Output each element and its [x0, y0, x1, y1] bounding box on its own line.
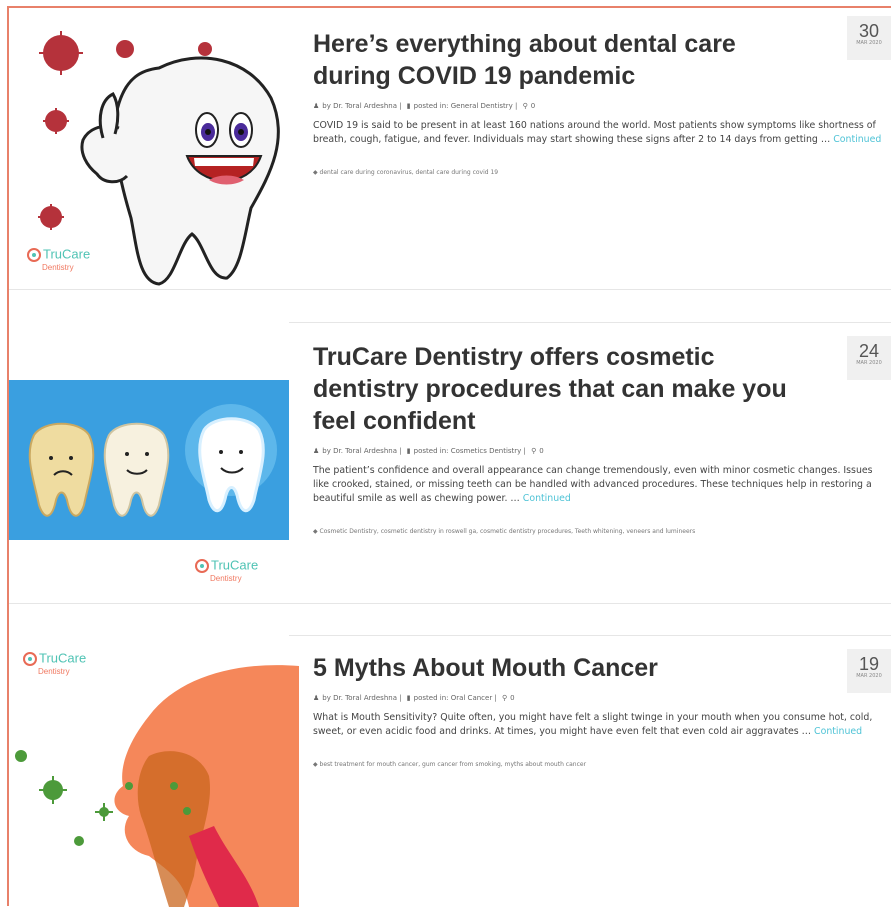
post-author[interactable]: by Dr. Toral Ardeshna | [322, 447, 401, 455]
comment-icon: ⚲ [522, 102, 528, 110]
user-icon: ♟ [313, 102, 320, 110]
post-content: 5 Myths About Mouth Cancer ♟ by Dr. Toral… [313, 652, 891, 768]
post-tags: ◆ best treatment for mouth cancer, gum c… [313, 761, 891, 768]
post-card: TruCare Dentistry TruCare Dentistry offe… [9, 323, 891, 603]
date-day: 19 [858, 654, 880, 674]
folder-icon: ▮ [406, 694, 411, 702]
post-excerpt: COVID 19 is said to be present in at lea… [313, 119, 885, 147]
post-comments[interactable]: 0 [510, 694, 514, 702]
brand-logo: TruCare Dentistry [195, 557, 259, 585]
post-meta: ♟ by Dr. Toral Ardeshna | ▮ posted in: Cos… [313, 447, 891, 455]
date-badge: 30 MAR 2020 [847, 16, 891, 60]
excerpt-text: The patient’s confidence and overall app… [313, 465, 873, 504]
post-author[interactable]: by Dr. Toral Ardeshna | [322, 102, 401, 110]
folder-icon: ▮ [406, 102, 411, 110]
excerpt-text: What is Mouth Sensitivity? Quite often, … [313, 712, 873, 737]
tag-list[interactable]: best treatment for mouth cancer, gum can… [320, 761, 586, 768]
post-meta: ♟ by Dr. Toral Ardeshna | ▮ posted in: Gen… [313, 102, 891, 110]
brand-name: TruCare [43, 246, 91, 262]
excerpt-text: COVID 19 is said to be present in at lea… [313, 120, 876, 145]
post-thumbnail[interactable]: TruCare Dentistry [9, 636, 299, 907]
date-day: 30 [858, 21, 880, 41]
continued-link[interactable]: Continued [814, 726, 862, 737]
brand-name: TruCare [39, 650, 87, 666]
date-month: MAR 2020 [856, 360, 882, 366]
post-title[interactable]: Here’s everything about dental care duri… [313, 28, 813, 92]
post-thumbnail[interactable]: TruCare Dentistry [9, 8, 299, 288]
post-title[interactable]: 5 Myths About Mouth Cancer [313, 652, 813, 684]
post-tags: ◆ Cosmetic Dentistry, cosmetic dentistry… [313, 528, 891, 535]
post-card: TruCare Dentistry 5 Myths About Mouth Ca… [9, 636, 891, 907]
continued-link[interactable]: Continued [833, 134, 881, 145]
date-badge: 19 MAR 2020 [847, 649, 891, 693]
continued-link[interactable]: Continued [523, 493, 571, 504]
post-thumbnail[interactable] [9, 380, 289, 540]
folder-icon: ▮ [406, 447, 411, 455]
post-author[interactable]: by Dr. Toral Ardeshna | [322, 694, 401, 702]
post-category[interactable]: posted in: Oral Cancer | [414, 694, 497, 702]
comment-icon: ⚲ [502, 694, 508, 702]
comment-icon: ⚲ [531, 447, 537, 455]
user-icon: ♟ [313, 694, 320, 702]
tag-icon: ◆ [313, 761, 318, 768]
post-excerpt: The patient’s confidence and overall app… [313, 464, 885, 506]
brand-logo-mark [23, 652, 37, 666]
brand-name: TruCare [211, 557, 259, 573]
brand-logo: TruCare Dentistry [27, 246, 91, 274]
brand-logo: TruCare Dentistry [23, 650, 87, 678]
post-tags: ◆ dental care during coronavirus, dental… [313, 169, 891, 176]
tag-icon: ◆ [313, 528, 318, 535]
brand-sub: Dentistry [210, 574, 242, 583]
brand-logo-mark [195, 559, 209, 573]
post-separator [9, 603, 891, 604]
brand-logo-mark [27, 248, 41, 262]
post-meta: ♟ by Dr. Toral Ardeshna | ▮ posted in: Ora… [313, 694, 891, 702]
teeth-whitening-illustration [9, 380, 289, 540]
post-content: Here’s everything about dental care duri… [313, 28, 891, 176]
post-category[interactable]: posted in: Cosmetics Dentistry | [414, 447, 526, 455]
post-title[interactable]: TruCare Dentistry offers cosmetic dentis… [313, 341, 813, 437]
post-card: TruCare Dentistry Here’s everything abou… [9, 8, 891, 288]
post-excerpt: What is Mouth Sensitivity? Quite often, … [313, 711, 885, 739]
date-month: MAR 2020 [856, 673, 882, 679]
post-comments[interactable]: 0 [539, 447, 543, 455]
post-content: TruCare Dentistry offers cosmetic dentis… [313, 341, 891, 535]
date-badge: 24 MAR 2020 [847, 336, 891, 380]
date-month: MAR 2020 [856, 40, 882, 46]
post-category[interactable]: posted in: General Dentistry | [414, 102, 518, 110]
tag-icon: ◆ [313, 169, 318, 176]
brand-sub: Dentistry [42, 263, 74, 272]
user-icon: ♟ [313, 447, 320, 455]
post-separator [9, 289, 891, 290]
post-comments[interactable]: 0 [531, 102, 535, 110]
tag-list[interactable]: Cosmetic Dentistry, cosmetic dentistry i… [320, 528, 696, 535]
date-day: 24 [858, 341, 880, 361]
tag-list[interactable]: dental care during coronavirus, dental c… [320, 169, 499, 176]
brand-sub: Dentistry [38, 667, 70, 676]
